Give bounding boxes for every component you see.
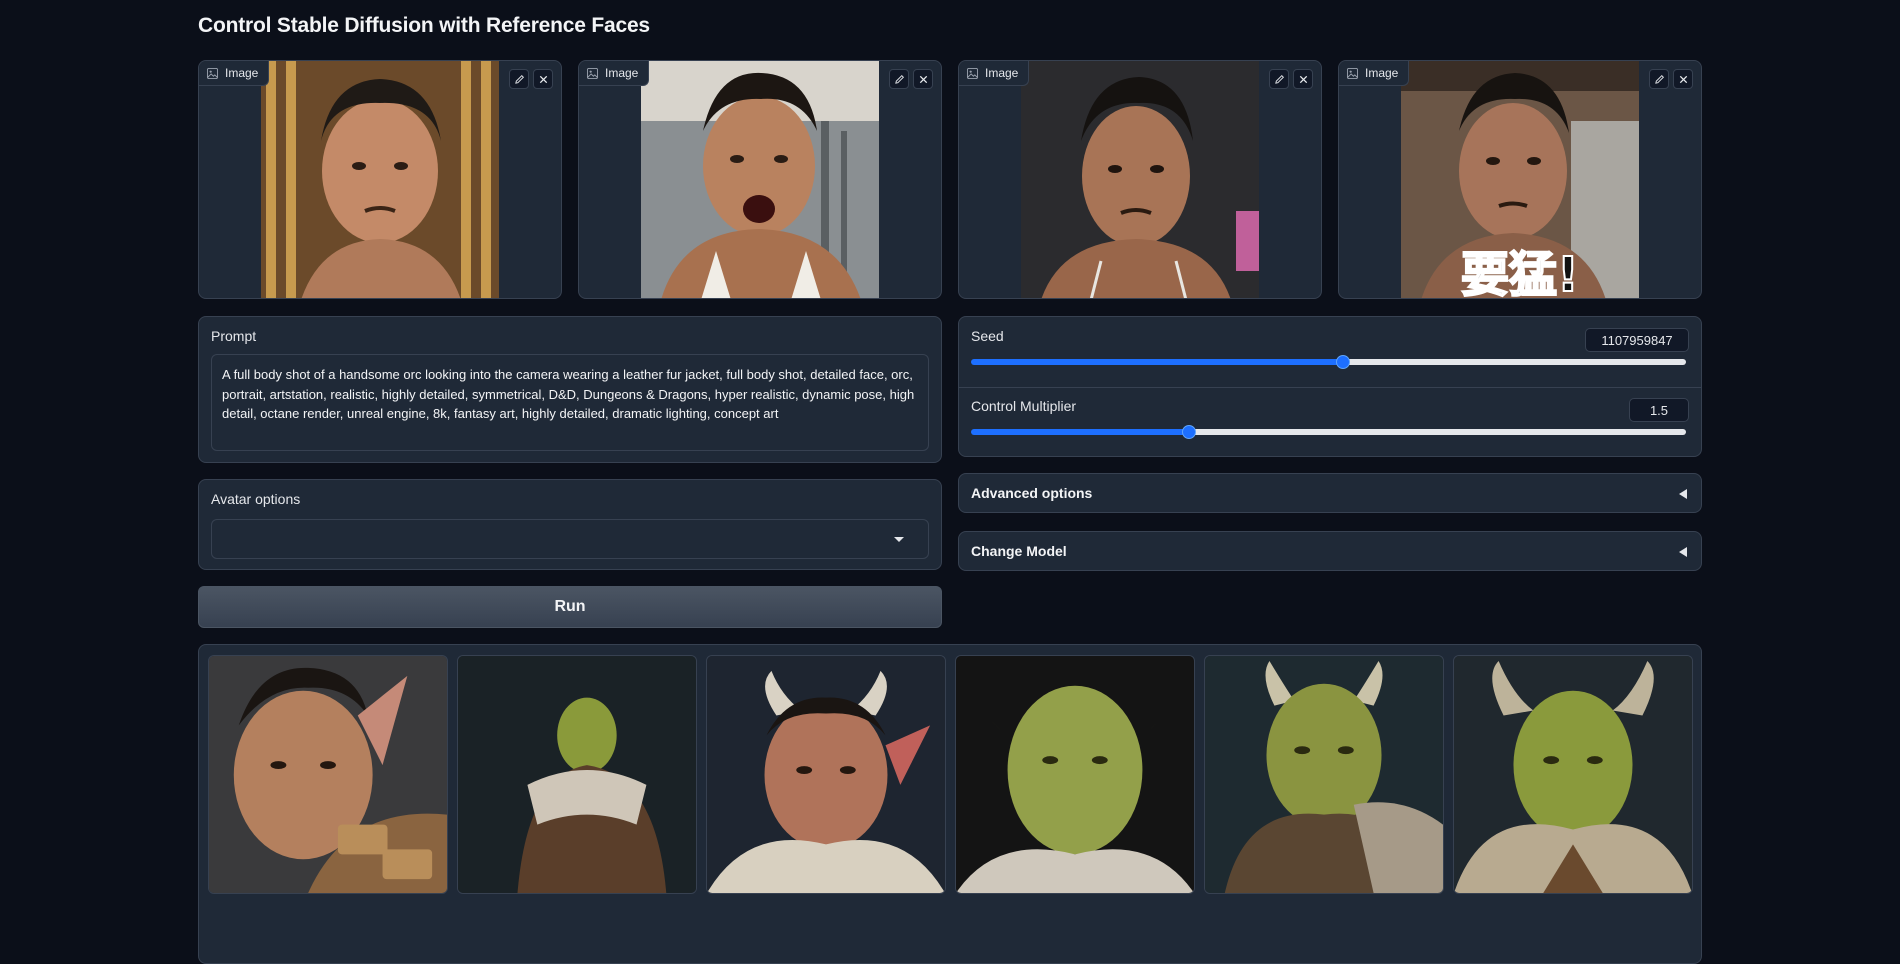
image-input-2[interactable]: Image xyxy=(578,60,942,299)
caret-left-icon xyxy=(1679,547,1687,557)
close-icon xyxy=(539,75,547,83)
image-label: Image xyxy=(199,61,270,86)
change-model-accordion[interactable]: Change Model xyxy=(958,531,1702,571)
avatar-options-label: Avatar options xyxy=(211,491,301,507)
image-input-1[interactable]: Image xyxy=(198,60,562,299)
gallery-item[interactable] xyxy=(1453,655,1693,894)
clear-image-button[interactable] xyxy=(1673,69,1693,89)
seed-label: Seed xyxy=(971,328,1004,344)
pencil-icon xyxy=(1654,74,1664,84)
advanced-options-label: Advanced options xyxy=(971,485,1093,501)
advanced-options-accordion[interactable]: Advanced options xyxy=(958,473,1702,513)
image-label: Image xyxy=(959,61,1030,86)
clear-image-button[interactable] xyxy=(533,69,553,89)
edit-image-button[interactable] xyxy=(509,69,529,89)
sliders-panel: Seed 1107959847 Control Multiplier 1.5 xyxy=(958,316,1702,457)
image-label: Image xyxy=(1339,61,1410,86)
pencil-icon xyxy=(894,74,904,84)
gallery-item[interactable] xyxy=(706,655,946,894)
close-icon xyxy=(1299,75,1307,83)
pencil-icon xyxy=(1274,74,1284,84)
change-model-label: Change Model xyxy=(971,543,1067,559)
control-multiplier-number-input[interactable]: 1.5 xyxy=(1629,398,1689,422)
seed-slider-thumb[interactable] xyxy=(1335,355,1350,369)
clear-image-button[interactable] xyxy=(1293,69,1313,89)
control-multiplier-slider[interactable] xyxy=(971,425,1686,439)
control-multiplier-label: Control Multiplier xyxy=(971,398,1077,414)
edit-image-button[interactable] xyxy=(1649,69,1669,89)
prompt-label: Prompt xyxy=(211,328,257,344)
overlay-caption: 要猛! xyxy=(1461,247,1579,299)
image-icon xyxy=(967,67,978,79)
seed-slider[interactable] xyxy=(971,355,1686,369)
reference-face-photo-4: 要猛! xyxy=(1401,61,1639,299)
run-button[interactable]: Run xyxy=(198,586,942,628)
pencil-icon xyxy=(514,74,524,84)
chevron-down-icon xyxy=(894,537,904,542)
control-multiplier-slider-thumb[interactable] xyxy=(1182,425,1197,439)
clear-image-button[interactable] xyxy=(913,69,933,89)
prompt-panel: Prompt A full body shot of a handsome or… xyxy=(198,316,942,463)
image-icon xyxy=(587,67,598,79)
caret-left-icon xyxy=(1679,489,1687,499)
gallery-item[interactable] xyxy=(1204,655,1444,894)
image-icon xyxy=(207,67,218,79)
avatar-options-panel: Avatar options xyxy=(198,479,942,570)
output-gallery xyxy=(198,644,1702,964)
image-label: Image xyxy=(579,61,650,86)
edit-image-button[interactable] xyxy=(889,69,909,89)
gallery-item[interactable] xyxy=(955,655,1195,894)
edit-image-button[interactable] xyxy=(1269,69,1289,89)
reference-face-photo-1 xyxy=(261,61,499,298)
gallery-item[interactable] xyxy=(208,655,448,894)
reference-face-photo-2 xyxy=(641,61,879,298)
gallery-item[interactable] xyxy=(457,655,697,894)
divider xyxy=(959,387,1701,388)
close-icon xyxy=(919,75,927,83)
prompt-textarea[interactable]: A full body shot of a handsome orc looki… xyxy=(211,354,929,451)
image-input-3[interactable]: Image xyxy=(958,60,1322,299)
reference-face-photo-3 xyxy=(1021,61,1259,298)
seed-number-input[interactable]: 1107959847 xyxy=(1585,328,1689,352)
image-icon xyxy=(1347,67,1358,79)
page-title: Control Stable Diffusion with Reference … xyxy=(198,14,650,37)
close-icon xyxy=(1679,75,1687,83)
image-input-4[interactable]: Image 要猛! xyxy=(1338,60,1702,299)
avatar-options-dropdown[interactable] xyxy=(211,519,929,559)
